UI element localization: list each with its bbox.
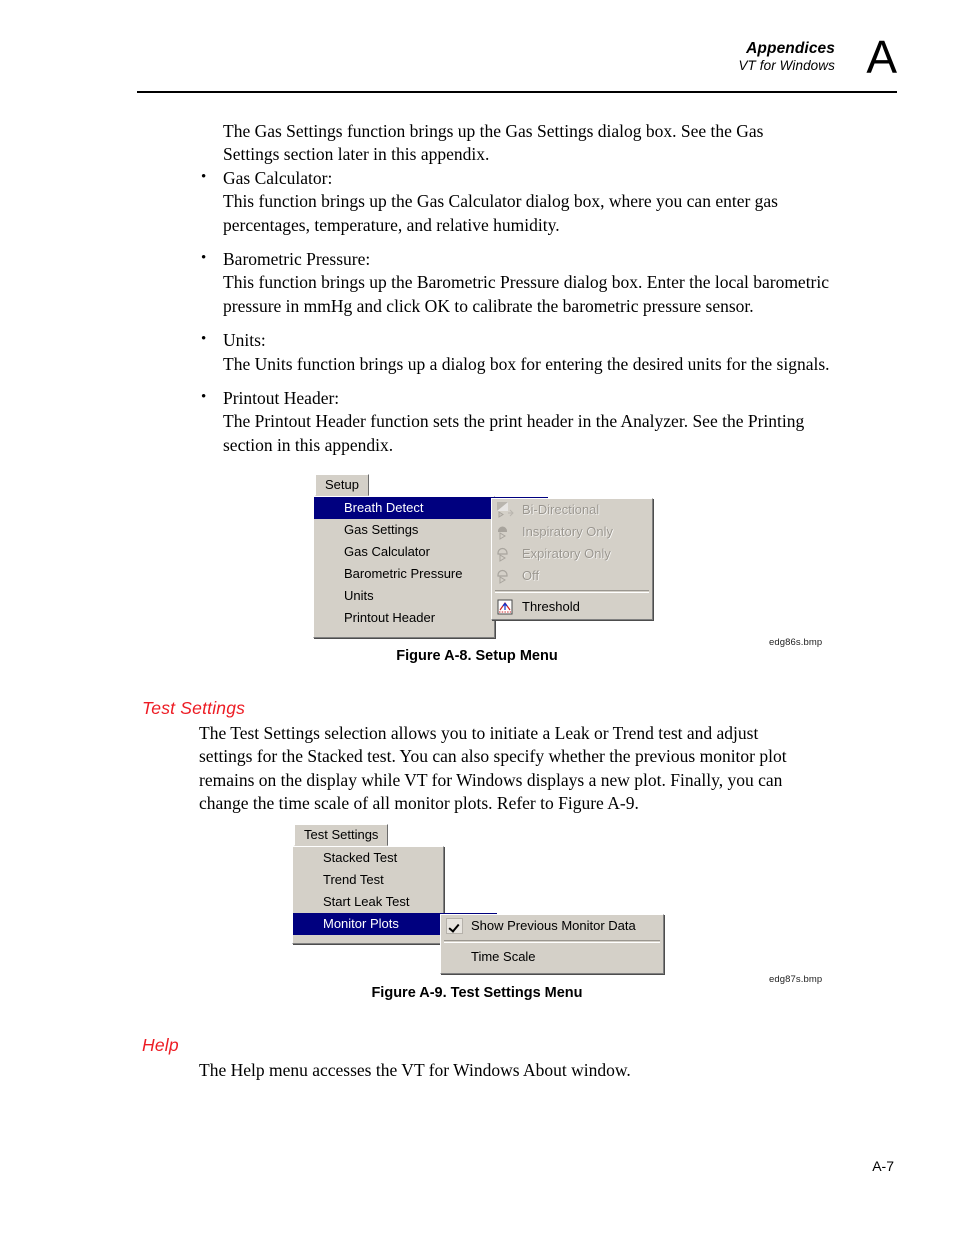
menu-item-units-label: Units <box>344 588 374 603</box>
figure-a8-caption: Figure A-8. Setup Menu <box>396 648 558 664</box>
submenu-item-off[interactable]: Off <box>492 565 652 587</box>
section-heading-test-settings: Test Settings <box>142 698 246 718</box>
bullet-body: The Printout Header function sets the pr… <box>223 411 805 455</box>
submenu-item-bi-directional-label: Bi-Directional <box>522 502 600 517</box>
section-heading-help: Help <box>142 1035 179 1055</box>
bullet-marker-icon: • <box>201 250 207 267</box>
submenu-separator <box>495 590 649 593</box>
list-item: • Printout Header: The Printout Header f… <box>201 387 838 457</box>
submenu-item-expiratory-only-label: Expiratory Only <box>522 546 611 561</box>
menu-item-start-leak-test[interactable]: Start Leak Test <box>293 891 443 913</box>
menu-item-printout-header[interactable]: Printout Header <box>314 607 494 629</box>
menu-item-trend-test[interactable]: Trend Test <box>293 869 443 891</box>
list-item: • Gas Calculator: This function brings u… <box>201 167 838 237</box>
setup-dropdown-menu: Breath Detect Gas Settings Gas Calculato… <box>313 496 548 638</box>
inspiratory-only-icon <box>496 523 515 541</box>
figure-test-settings-menu-image: Test Settings Stacked Test Trend Test St… <box>292 824 664 974</box>
bullet-title: Printout Header: <box>223 387 340 408</box>
expiratory-only-icon <box>496 545 515 563</box>
menubar-item-setup[interactable]: Setup <box>315 474 369 496</box>
menu-item-stacked-test-label: Stacked Test <box>323 850 398 865</box>
help-paragraph: The Help menu accesses the VT for Window… <box>199 1060 631 1080</box>
bullet-body: The Units function brings up a dialog bo… <box>223 353 830 374</box>
figure-a8-bmp-label: edg86s.bmp <box>769 637 823 648</box>
breath-detect-submenu: Bi-Directional Inspiratory Only Expirato… <box>491 498 653 620</box>
submenu-item-inspiratory-only-label: Inspiratory Only <box>522 524 614 539</box>
bullet-body: This function brings up the Barometric P… <box>223 272 830 316</box>
submenu-item-time-scale-label: Time Scale <box>471 949 536 964</box>
monitor-plots-submenu: Show Previous Monitor Data Time Scale <box>440 914 664 974</box>
page-header: Appendices VT for Windows A <box>137 34 897 96</box>
menu-item-start-leak-test-label: Start Leak Test <box>323 894 410 909</box>
menu-item-barometric-pressure-label: Barometric Pressure <box>344 566 463 581</box>
checkmark-icon <box>446 918 463 934</box>
menubar-item-test-settings-label: Test Settings <box>304 827 379 842</box>
bullet-marker-icon: • <box>201 388 207 405</box>
menu-item-breath-detect-label: Breath Detect <box>344 500 424 515</box>
menu-item-trend-test-label: Trend Test <box>323 872 384 887</box>
list-item: • Barometric Pressure: This function bri… <box>201 248 838 318</box>
bi-directional-icon <box>496 501 515 519</box>
submenu-item-threshold[interactable]: Threshold <box>492 596 652 618</box>
menubar-item-test-settings[interactable]: Test Settings <box>294 824 389 846</box>
submenu-item-off-label: Off <box>522 568 540 583</box>
bullet-body: This function brings up the Gas Calculat… <box>223 191 778 235</box>
submenu-item-show-previous-monitor-data-label: Show Previous Monitor Data <box>471 918 636 933</box>
submenu-separator <box>444 940 660 943</box>
figure-a9-caption: Figure A-9. Test Settings Menu <box>371 985 583 1001</box>
submenu-item-show-previous-monitor-data[interactable]: Show Previous Monitor Data <box>441 915 663 937</box>
menu-item-gas-calculator-label: Gas Calculator <box>344 544 430 559</box>
feature-bullet-list: • Gas Calculator: This function brings u… <box>201 167 838 468</box>
menu-item-stacked-test[interactable]: Stacked Test <box>293 847 443 869</box>
menu-item-gas-settings-label: Gas Settings <box>344 522 419 537</box>
bullet-title: Units: <box>223 330 266 351</box>
submenu-item-inspiratory-only[interactable]: Inspiratory Only <box>492 521 652 543</box>
menu-item-gas-calculator[interactable]: Gas Calculator <box>314 541 494 563</box>
menu-item-barometric-pressure[interactable]: Barometric Pressure <box>314 563 494 585</box>
figure-a9-bmp-label: edg87s.bmp <box>769 974 823 985</box>
header-title-block: Appendices VT for Windows <box>738 40 835 74</box>
submenu-item-expiratory-only[interactable]: Expiratory Only <box>492 543 652 565</box>
submenu-item-time-scale[interactable]: Time Scale <box>441 946 663 968</box>
test-settings-paragraph: The Test Settings selection allows you t… <box>199 723 787 814</box>
menubar-item-setup-label: Setup <box>325 477 359 492</box>
page-number: A-7 <box>872 1158 894 1174</box>
bullet-title: Gas Calculator: <box>223 168 333 188</box>
page-subtitle: VT for Windows <box>738 58 835 74</box>
header-divider <box>137 91 897 93</box>
list-item: • Units: The Units function brings up a … <box>201 329 838 376</box>
menu-item-printout-header-label: Printout Header <box>344 610 436 625</box>
intro-paragraph: The Gas Settings function brings up the … <box>223 121 764 165</box>
figure-setup-menu-image: Setup Breath Detect Gas Settings Gas Cal… <box>313 474 653 639</box>
page-title: Appendices <box>746 40 835 57</box>
menu-item-units[interactable]: Units <box>314 585 494 607</box>
test-settings-dropdown-menu: Stacked Test Trend Test Start Leak Test … <box>292 846 497 944</box>
bullet-marker-icon: • <box>201 169 207 185</box>
menu-item-gas-settings[interactable]: Gas Settings <box>314 519 494 541</box>
submenu-item-threshold-label: Threshold <box>522 599 580 614</box>
submenu-item-bi-directional[interactable]: Bi-Directional <box>492 499 652 521</box>
menu-item-monitor-plots-label: Monitor Plots <box>323 916 399 931</box>
threshold-icon <box>496 598 515 616</box>
appendix-letter: A <box>866 31 897 83</box>
bullet-title: Barometric Pressure: <box>223 249 371 270</box>
off-icon <box>496 567 515 585</box>
bullet-marker-icon: • <box>201 331 207 348</box>
